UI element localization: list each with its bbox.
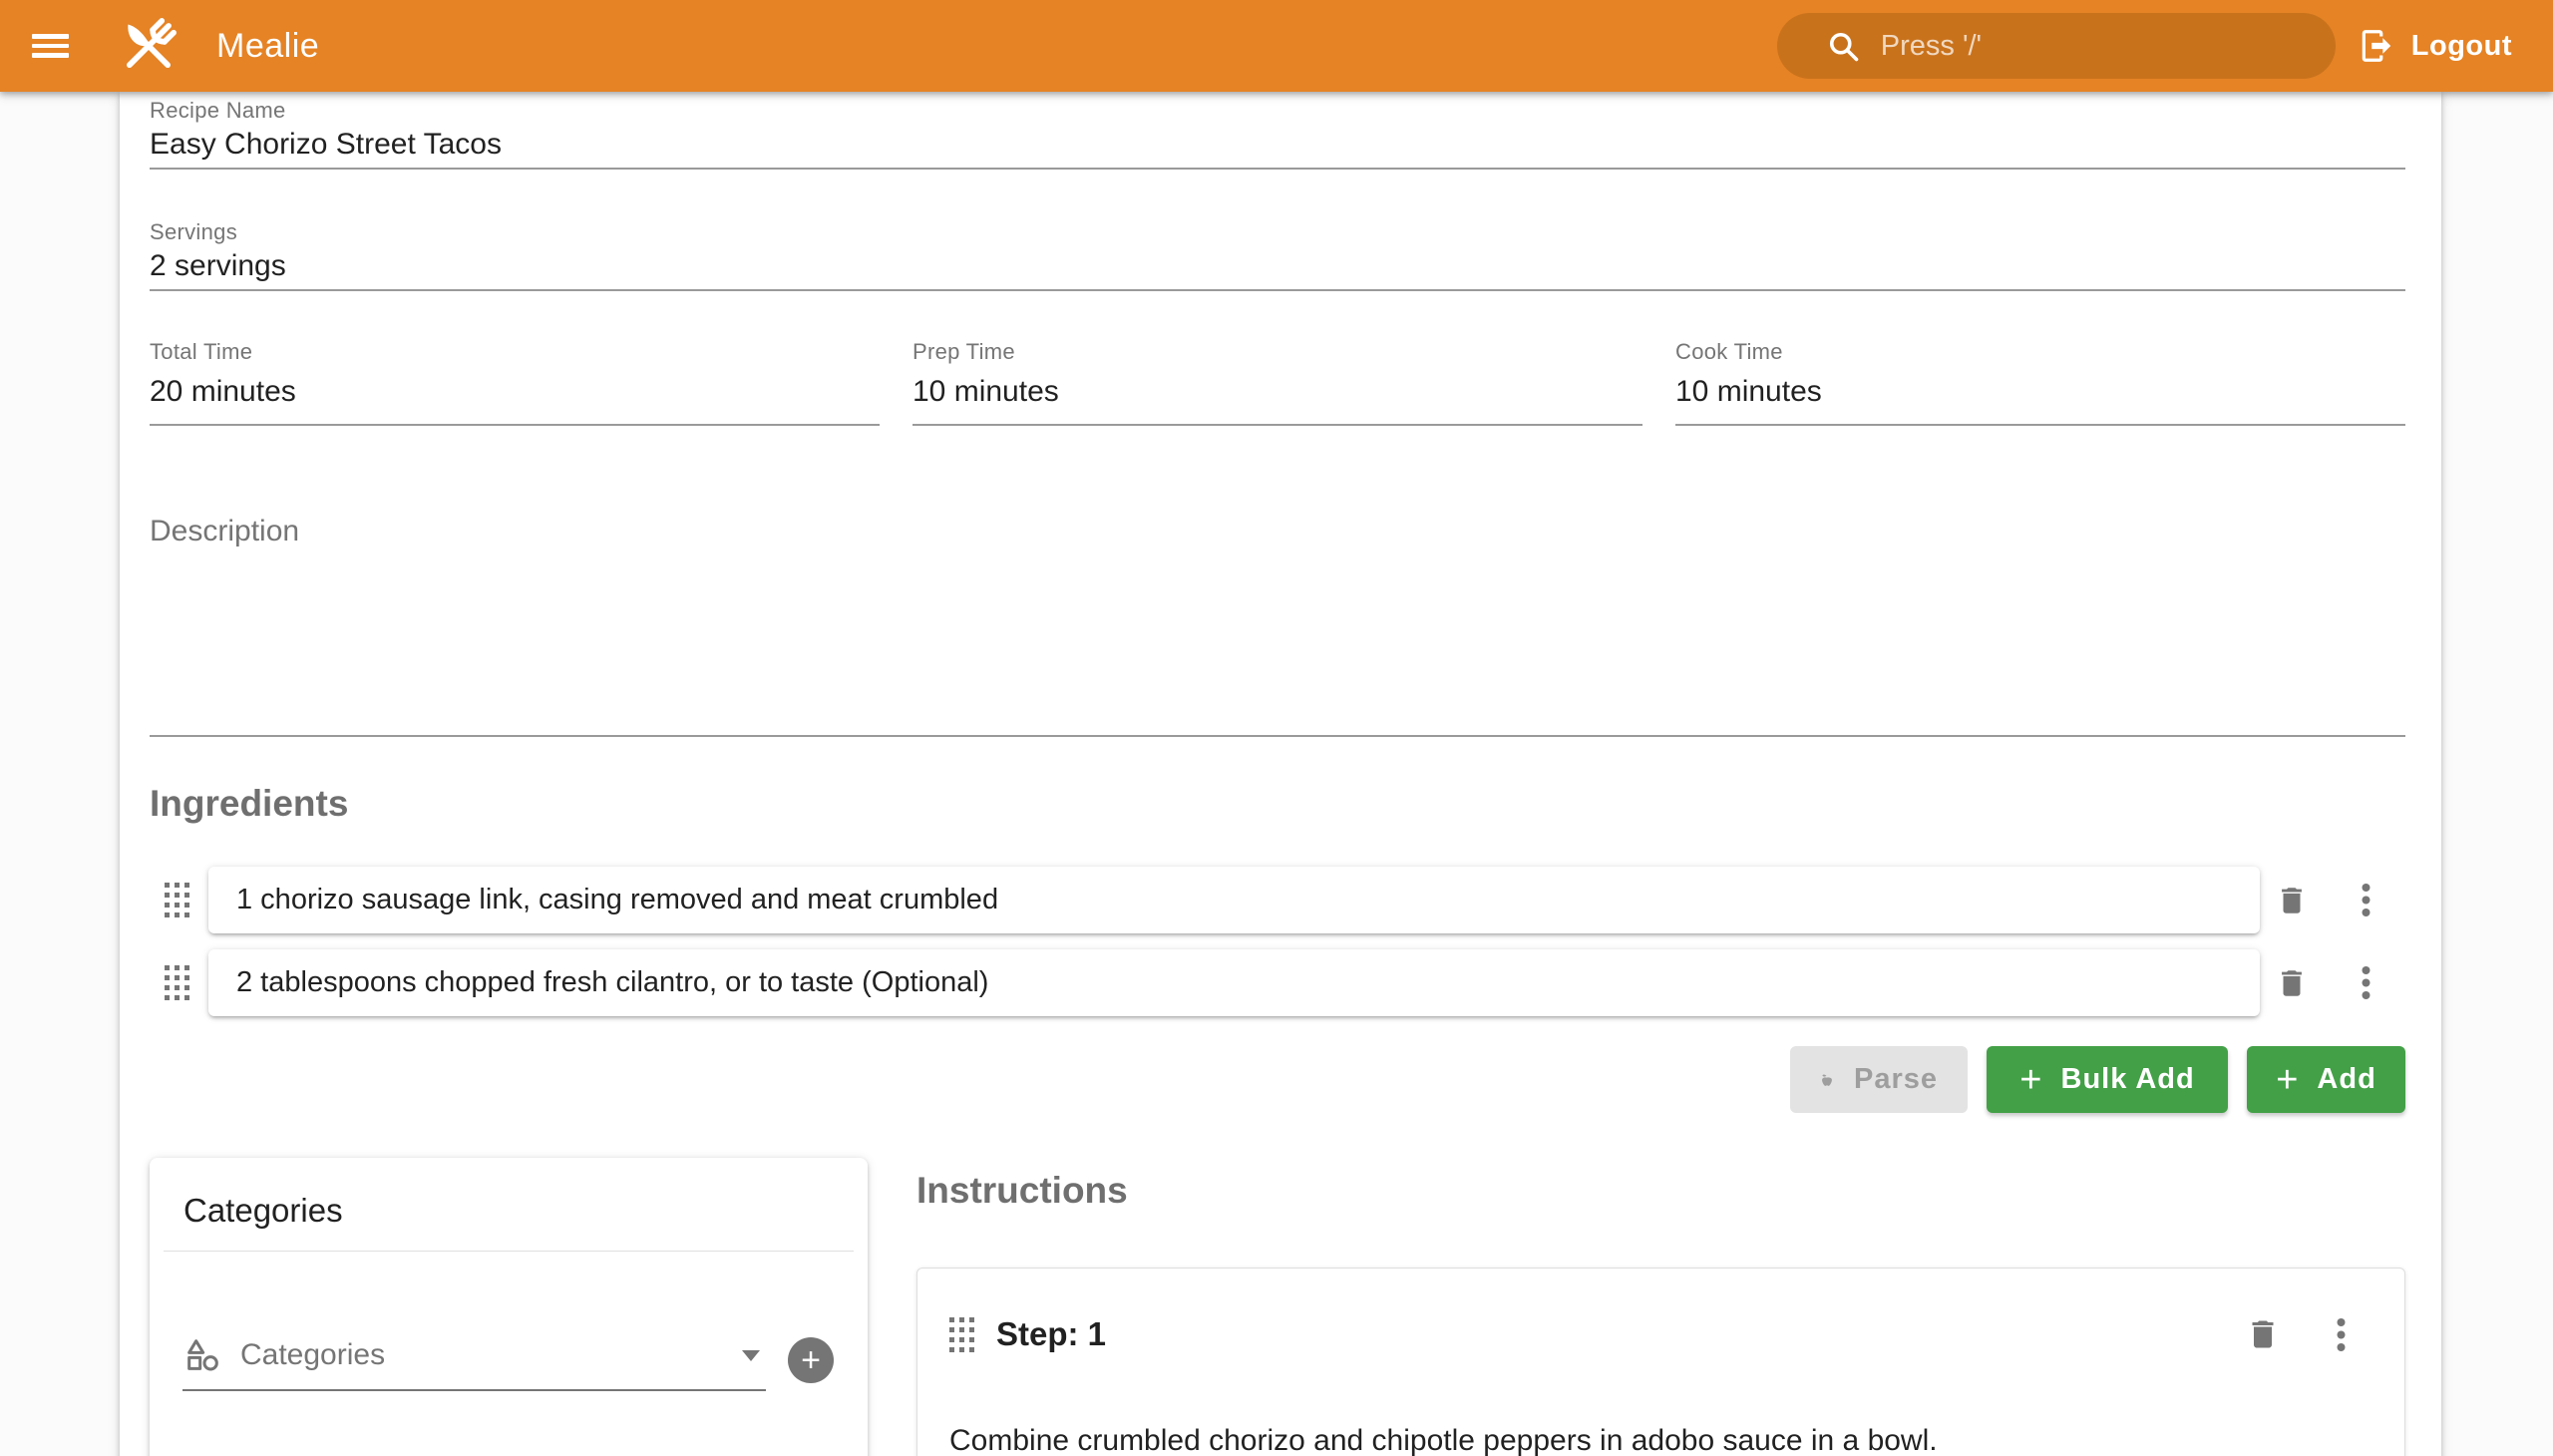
add-label: Add bbox=[2317, 1063, 2375, 1096]
categories-card-title: Categories bbox=[150, 1158, 868, 1231]
logout-icon bbox=[2358, 27, 2395, 65]
step-title: Step: 1 bbox=[996, 1315, 1106, 1353]
delete-ingredient-button[interactable] bbox=[2268, 877, 2316, 924]
ingredient-row bbox=[150, 949, 2405, 1016]
search-input[interactable] bbox=[1881, 30, 2306, 63]
cook-time-input[interactable] bbox=[1675, 365, 2405, 426]
prep-time-input[interactable] bbox=[912, 365, 1642, 426]
ingredients-list bbox=[150, 867, 2405, 1016]
trash-icon bbox=[2245, 1316, 2281, 1352]
shapes-icon bbox=[182, 1335, 222, 1375]
recipe-name-field: Recipe Name bbox=[150, 98, 2405, 170]
step-text[interactable]: Combine crumbled chorizo and chipotle pe… bbox=[949, 1422, 2365, 1456]
time-row: Total Time Prep Time Cook Time bbox=[150, 339, 2405, 426]
drag-handle-icon[interactable] bbox=[949, 1317, 974, 1352]
steps-list: Step: 1 Combine crumbled chorizo and chi… bbox=[916, 1268, 2405, 1456]
total-time-label: Total Time bbox=[150, 339, 880, 365]
servings-label: Servings bbox=[150, 219, 2405, 245]
add-button[interactable]: + Add bbox=[2247, 1046, 2405, 1113]
cook-time-label: Cook Time bbox=[1675, 339, 2405, 365]
total-time-field: Total Time bbox=[150, 339, 880, 426]
categories-select-label: Categories bbox=[240, 1338, 724, 1372]
app-bar: Mealie Logout bbox=[0, 0, 2553, 92]
logout-button[interactable]: Logout bbox=[2358, 27, 2512, 65]
trash-icon bbox=[2275, 884, 2309, 917]
ingredient-input[interactable] bbox=[208, 867, 2260, 933]
parse-button[interactable]: Parse bbox=[1790, 1046, 1968, 1113]
mealie-logo-icon bbox=[118, 15, 180, 77]
chevron-down-icon bbox=[742, 1350, 760, 1361]
plus-icon: + bbox=[2276, 1061, 2299, 1099]
ingredient-menu-button[interactable] bbox=[2342, 959, 2389, 1007]
description-field: Description bbox=[150, 514, 2405, 737]
menu-button[interactable] bbox=[32, 22, 80, 70]
instruction-step-card: Step: 1 Combine crumbled chorizo and chi… bbox=[916, 1268, 2405, 1456]
drag-handle-icon[interactable] bbox=[165, 965, 189, 1000]
kebab-icon bbox=[2337, 1317, 2346, 1352]
categories-select[interactable]: Categories bbox=[182, 1335, 766, 1391]
ingredient-input[interactable] bbox=[208, 949, 2260, 1016]
search-bar[interactable] bbox=[1777, 13, 2336, 79]
plus-icon: + bbox=[2019, 1061, 2042, 1099]
kebab-icon bbox=[2362, 883, 2371, 917]
recipe-name-input[interactable] bbox=[150, 124, 2405, 170]
instructions-heading: Instructions bbox=[916, 1168, 2405, 1214]
app-title: Mealie bbox=[216, 27, 319, 66]
search-icon bbox=[1825, 28, 1861, 64]
delete-ingredient-button[interactable] bbox=[2268, 959, 2316, 1007]
add-category-button[interactable]: + bbox=[788, 1337, 834, 1383]
organizer-and-instructions: Categories Categories + Instructio bbox=[150, 1158, 2405, 1456]
servings-input[interactable] bbox=[150, 245, 2405, 291]
bulk-add-button[interactable]: + Bulk Add bbox=[1987, 1046, 2228, 1113]
parse-label: Parse bbox=[1854, 1063, 1938, 1096]
ingredient-menu-button[interactable] bbox=[2342, 877, 2389, 924]
kebab-icon bbox=[2362, 965, 2371, 1000]
divider bbox=[164, 1251, 854, 1252]
categories-card: Categories Categories + bbox=[150, 1158, 868, 1456]
drag-handle-icon[interactable] bbox=[165, 883, 189, 917]
bulk-add-label: Bulk Add bbox=[2061, 1063, 2195, 1096]
plus-icon: + bbox=[801, 1343, 821, 1377]
instructions-section: Instructions Step: 1 Combine crumbled ch… bbox=[916, 1158, 2405, 1456]
delete-step-button[interactable] bbox=[2239, 1310, 2287, 1358]
recipe-name-label: Recipe Name bbox=[150, 98, 2405, 124]
servings-field: Servings bbox=[150, 219, 2405, 291]
total-time-input[interactable] bbox=[150, 365, 880, 426]
trash-icon bbox=[2275, 966, 2309, 1000]
cook-time-field: Cook Time bbox=[1675, 339, 2405, 426]
recipe-editor: Recipe Name Servings Total Time Prep Tim… bbox=[120, 92, 2441, 1456]
ingredient-row bbox=[150, 867, 2405, 933]
description-label: Description bbox=[150, 515, 299, 547]
description-textarea[interactable] bbox=[150, 549, 2405, 737]
prep-time-field: Prep Time bbox=[912, 339, 1642, 426]
ingredients-actions: Parse + Bulk Add + Add bbox=[150, 1046, 2405, 1113]
apple-icon bbox=[1820, 1065, 1834, 1095]
ingredients-heading: Ingredients bbox=[150, 781, 2405, 827]
logout-label: Logout bbox=[2411, 30, 2512, 63]
hamburger-icon bbox=[32, 34, 69, 39]
prep-time-label: Prep Time bbox=[912, 339, 1642, 365]
step-menu-button[interactable] bbox=[2317, 1310, 2365, 1358]
